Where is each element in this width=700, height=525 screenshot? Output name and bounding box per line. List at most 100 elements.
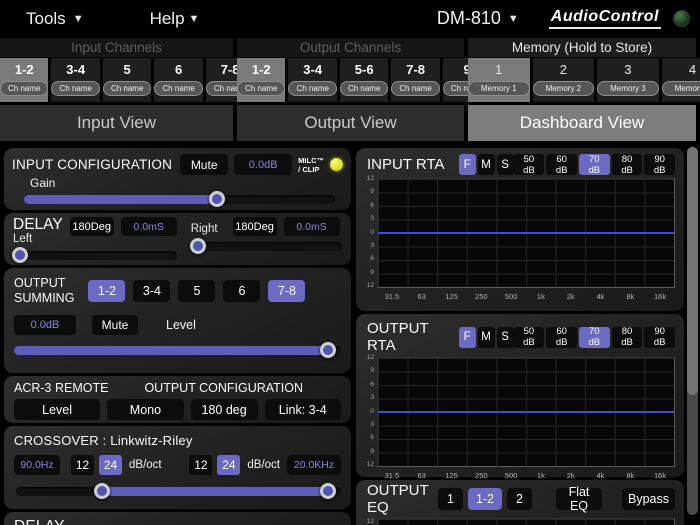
- slider-thumb[interactable]: [190, 238, 206, 254]
- channel-name-pill[interactable]: Ch name: [340, 81, 388, 96]
- memory-slot-3[interactable]: 3 Memory 3: [597, 58, 659, 102]
- channel-name-pill[interactable]: Ch name: [51, 81, 99, 96]
- slider-track[interactable]: [13, 251, 177, 260]
- summing-channel-7-8[interactable]: 7-8: [268, 280, 305, 302]
- gain-slider[interactable]: [24, 192, 335, 207]
- help-menu[interactable]: Help ▼: [150, 9, 200, 29]
- crossover-range-slider[interactable]: [16, 484, 341, 499]
- crossover-low-freq-value[interactable]: 90.0Hz: [14, 455, 60, 475]
- memory-name-pill[interactable]: Memory 1: [468, 81, 530, 96]
- vertical-scrollbar[interactable]: [687, 147, 698, 515]
- input-rta-panel: INPUT RTA F M S 50 dB 60 dB 70 dB 80 dB …: [356, 148, 684, 311]
- summing-level-slider[interactable]: [14, 343, 341, 358]
- output-eq-panel: OUTPUT EQ 1 1-2 2 Flat EQ Bypass 12: [356, 480, 684, 525]
- rta-fast-button[interactable]: F: [459, 327, 476, 348]
- input-mute-button[interactable]: Mute: [180, 154, 228, 175]
- slider-fill: [24, 195, 217, 204]
- memory-slot-4[interactable]: 4 Memory 4: [662, 58, 700, 102]
- output-channel-tab-5-6[interactable]: 5-6 Ch name: [340, 58, 388, 102]
- rta-60db-button[interactable]: 60 dB: [546, 154, 577, 175]
- delay-right-half: Right 180Deg 0.0mS: [191, 217, 342, 261]
- rta-fast-button[interactable]: F: [459, 154, 476, 175]
- slope-unit-label: dB/oct: [247, 459, 280, 471]
- eq-channel-1-2-button[interactable]: 1-2: [468, 488, 502, 510]
- channel-name-pill[interactable]: Ch name: [391, 81, 439, 96]
- channel-name-pill[interactable]: Ch name: [237, 81, 285, 96]
- crossover-high-freq-value[interactable]: 20.0KHz: [287, 455, 341, 475]
- delay-left-time-value[interactable]: 0.0mS: [121, 217, 177, 236]
- memory-name-pill[interactable]: Memory 2: [533, 81, 595, 96]
- summing-channel-1-2[interactable]: 1-2: [88, 280, 125, 302]
- slider-thumb[interactable]: [320, 342, 336, 358]
- slider-track[interactable]: [191, 242, 342, 251]
- tools-menu[interactable]: Tools ▼: [26, 9, 84, 29]
- rta-80db-button[interactable]: 80 dB: [612, 327, 643, 348]
- slider-high-thumb[interactable]: [320, 483, 336, 499]
- delay-left-slider[interactable]: [13, 248, 177, 261]
- channel-name-pill[interactable]: Ch name: [154, 81, 202, 96]
- acr-level-button[interactable]: Level: [14, 399, 100, 420]
- rta-medium-button[interactable]: M: [478, 327, 495, 348]
- memory-name-pill[interactable]: Memory 3: [597, 81, 659, 96]
- rta-70db-button[interactable]: 70 dB: [579, 327, 610, 348]
- device-selector[interactable]: DM-810 ▼: [437, 8, 519, 29]
- flat-eq-button[interactable]: Flat EQ: [556, 488, 602, 510]
- rta-70db-button[interactable]: 70 dB: [579, 154, 610, 175]
- output-channel-tab-3-4[interactable]: 3-4 Ch name: [288, 58, 336, 102]
- low-slope-12-button[interactable]: 12: [71, 455, 94, 475]
- scrollbar-thumb[interactable]: [687, 147, 698, 395]
- input-level-value[interactable]: 0.0dB: [234, 154, 292, 175]
- high-slope-24-button[interactable]: 24: [217, 455, 240, 475]
- output-channel-tab-1-2[interactable]: 1-2 Ch name: [237, 58, 285, 102]
- memory-slot-2[interactable]: 2 Memory 2: [533, 58, 595, 102]
- panel-title: INPUT CONFIGURATION: [12, 157, 172, 172]
- slider-fill: [102, 487, 328, 496]
- summing-mute-button[interactable]: Mute: [92, 315, 138, 335]
- output-channel-tab-7-8[interactable]: 7-8 Ch name: [391, 58, 439, 102]
- rta-90db-button[interactable]: 90 dB: [644, 154, 675, 175]
- bypass-button[interactable]: Bypass: [622, 488, 675, 510]
- tab-output-view[interactable]: Output View: [237, 105, 464, 141]
- channel-name-pill[interactable]: Ch name: [288, 81, 336, 96]
- rta-slow-button[interactable]: S: [497, 154, 514, 175]
- summing-channel-3-4[interactable]: 3-4: [133, 280, 170, 302]
- summing-channel-5[interactable]: 5: [178, 280, 215, 302]
- input-channel-tab-5[interactable]: 5 Ch name: [103, 58, 151, 102]
- delay-right-slider[interactable]: [191, 239, 342, 254]
- delay-right-time-value[interactable]: 0.0mS: [284, 217, 340, 236]
- rta-slow-button[interactable]: S: [497, 327, 514, 348]
- output-summing-panel: OUTPUT SUMMING 1-2 3-4 5 6 7-8 0.0dB Mut…: [4, 268, 351, 373]
- rta-80db-button[interactable]: 80 dB: [612, 154, 643, 175]
- rta-medium-button[interactable]: M: [478, 154, 495, 175]
- tab-dashboard-view[interactable]: Dashboard View: [468, 105, 696, 141]
- slider-thumb[interactable]: [12, 247, 28, 263]
- mono-button[interactable]: Mono: [107, 399, 184, 420]
- summing-channel-6[interactable]: 6: [223, 280, 260, 302]
- rta-50db-button[interactable]: 50 dB: [514, 154, 545, 175]
- eq-channel-1-button[interactable]: 1: [438, 488, 463, 510]
- link-button[interactable]: Link: 3-4: [265, 399, 342, 420]
- phase-180-button[interactable]: 180 deg: [191, 399, 258, 420]
- summing-title-line2: SUMMING: [14, 291, 74, 305]
- slider-thumb[interactable]: [209, 191, 225, 207]
- slider-low-thumb[interactable]: [94, 483, 110, 499]
- channel-name-pill[interactable]: Ch name: [103, 81, 151, 96]
- rta-90db-button[interactable]: 90 dB: [644, 327, 675, 348]
- eq-channel-2-button[interactable]: 2: [507, 488, 532, 510]
- rta-50db-button[interactable]: 50 dB: [514, 327, 545, 348]
- input-channel-tab-3-4[interactable]: 3-4 Ch name: [51, 58, 99, 102]
- input-channel-tab-1-2[interactable]: 1-2 Ch name: [0, 58, 48, 102]
- delay-left-phase-button[interactable]: 180Deg: [70, 217, 114, 236]
- memory-title: Memory (Hold to Store): [468, 38, 696, 57]
- low-slope-24-button[interactable]: 24: [99, 455, 122, 475]
- tab-input-view[interactable]: Input View: [0, 105, 233, 141]
- summing-level-value[interactable]: 0.0dB: [14, 315, 76, 335]
- rta-60db-button[interactable]: 60 dB: [546, 327, 577, 348]
- brand-logo: AudioControl: [549, 8, 661, 29]
- input-channel-tab-6[interactable]: 6 Ch name: [154, 58, 202, 102]
- channel-name-pill[interactable]: Ch name: [0, 81, 48, 96]
- memory-name-pill[interactable]: Memory 4: [662, 81, 700, 96]
- memory-slot-1[interactable]: 1 Memory 1: [468, 58, 530, 102]
- high-slope-12-button[interactable]: 12: [189, 455, 212, 475]
- delay-right-phase-button[interactable]: 180Deg: [233, 217, 277, 236]
